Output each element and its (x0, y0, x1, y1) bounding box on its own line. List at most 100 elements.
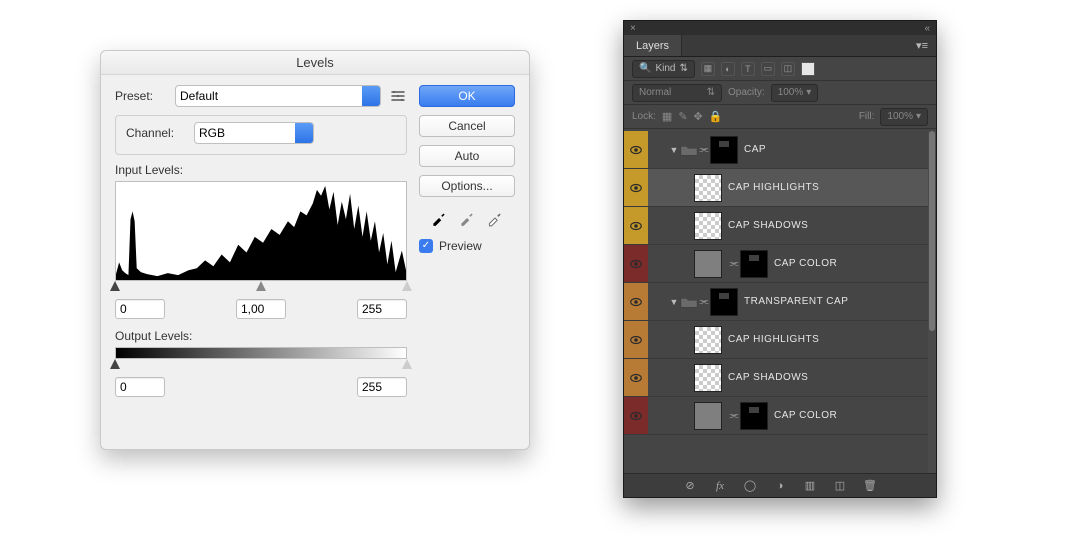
disclosure-icon[interactable]: ▼ (668, 297, 680, 307)
output-white-slider[interactable] (402, 359, 412, 369)
dialog-title: Levels (101, 51, 529, 75)
layer-name-label: CAP (744, 144, 766, 155)
input-black-slider[interactable] (110, 281, 120, 291)
mask-thumbnail[interactable] (740, 402, 768, 430)
new-group-icon[interactable]: ▥ (803, 479, 817, 493)
layer-row[interactable]: CAP HIGHLIGHTS (624, 169, 928, 207)
visibility-toggle[interactable] (624, 321, 648, 358)
scrollbar-track[interactable] (928, 131, 936, 473)
filter-adjust-icon[interactable]: ◐ (721, 62, 735, 76)
input-gamma-slider[interactable] (256, 281, 266, 291)
input-black-field[interactable] (115, 299, 165, 319)
visibility-toggle[interactable] (624, 245, 648, 282)
eyedropper-black-icon[interactable] (430, 209, 448, 227)
visibility-toggle[interactable] (624, 207, 648, 244)
blend-mode-value: Normal (639, 87, 671, 98)
lock-position-icon[interactable]: ✥ (694, 110, 703, 123)
layer-row[interactable]: CAP SHADOWS (624, 359, 928, 397)
link-icon: ⫘ (728, 257, 740, 271)
layer-name-label: CAP HIGHLIGHTS (728, 334, 819, 345)
layer-name-label: CAP COLOR (774, 258, 837, 269)
input-white-field[interactable] (357, 299, 407, 319)
new-fill-icon[interactable]: ◑ (773, 479, 787, 493)
blend-mode-select[interactable]: Normal ⇅ (632, 84, 722, 102)
opacity-field[interactable]: 100% ▾ (771, 84, 819, 102)
lock-bar: Lock: ▦ ✎ ✥ 🔒 Fill: 100% ▾ (624, 105, 936, 129)
layers-bottom-bar: ⊘ fx ◯ ◑ ▥ ◫ 🗑 (624, 473, 936, 497)
lock-transparent-icon[interactable]: ▦ (662, 110, 672, 123)
preset-select[interactable]: Default (175, 85, 381, 107)
collapse-icon[interactable]: « (924, 23, 930, 34)
fx-icon[interactable]: fx (713, 479, 727, 493)
output-white-field[interactable] (357, 377, 407, 397)
options-button[interactable]: Options... (419, 175, 515, 197)
tab-layers[interactable]: Layers (624, 35, 682, 56)
channel-select[interactable]: RGB (194, 122, 314, 144)
filter-smart-icon[interactable]: ◫ (781, 62, 795, 76)
layer-thumbnail[interactable] (694, 212, 722, 240)
output-black-slider[interactable] (110, 359, 120, 369)
visibility-toggle[interactable] (624, 131, 648, 168)
fill-value: 100% (887, 111, 913, 122)
filter-pixel-icon[interactable]: ▦ (701, 62, 715, 76)
panel-grip[interactable]: × « (624, 21, 936, 35)
lock-all-icon[interactable]: 🔒 (709, 110, 723, 123)
delete-layer-icon[interactable]: 🗑 (863, 479, 877, 493)
preset-menu-icon[interactable] (389, 87, 407, 105)
blend-bar: Normal ⇅ Opacity: 100% ▾ (624, 81, 936, 105)
preview-checkbox[interactable]: ✓ (419, 239, 433, 253)
filter-kind-label: Kind (655, 63, 675, 74)
input-white-slider[interactable] (402, 281, 412, 291)
filter-shape-icon[interactable]: ▭ (761, 62, 775, 76)
eyedropper-gray-icon[interactable] (458, 209, 476, 227)
link-layers-icon[interactable]: ⊘ (683, 479, 697, 493)
layer-name-label: CAP SHADOWS (728, 372, 808, 383)
mask-thumbnail[interactable] (710, 288, 738, 316)
layer-thumbnail[interactable] (694, 174, 722, 202)
add-mask-icon[interactable]: ◯ (743, 479, 757, 493)
visibility-toggle[interactable] (624, 283, 648, 320)
ok-button[interactable]: OK (419, 85, 515, 107)
filter-type-icon[interactable]: T (741, 62, 755, 76)
layers-list: ▼⫘CAPCAP HIGHLIGHTSCAP SHADOWS⫘CAP COLOR… (624, 131, 928, 473)
filter-bar: 🔍 Kind ⇅ ▦ ◐ T ▭ ◫ (624, 57, 936, 81)
mask-thumbnail[interactable] (740, 250, 768, 278)
lock-image-icon[interactable]: ✎ (678, 110, 687, 123)
scrollbar-thumb[interactable] (929, 131, 935, 331)
auto-button[interactable]: Auto (419, 145, 515, 167)
close-icon[interactable]: × (630, 23, 636, 34)
layer-row[interactable]: ▼ ⫘ CAP (624, 131, 928, 169)
output-gradient (115, 347, 407, 359)
output-slider-track (115, 359, 407, 373)
input-gamma-field[interactable] (236, 299, 286, 319)
mask-thumbnail[interactable] (710, 136, 738, 164)
disclosure-icon[interactable]: ▼ (668, 145, 680, 155)
cancel-button[interactable]: Cancel (419, 115, 515, 137)
layer-row[interactable]: ⫘ CAP COLOR (624, 245, 928, 283)
visibility-toggle[interactable] (624, 359, 648, 396)
layer-row[interactable]: ▼⫘TRANSPARENT CAP (624, 283, 928, 321)
layer-row[interactable]: CAP HIGHLIGHTS (624, 321, 928, 359)
eye-icon (629, 257, 643, 271)
layer-row[interactable]: ⫘CAP COLOR (624, 397, 928, 435)
chevron-updown-icon: ⇅ (679, 63, 687, 74)
layer-thumbnail[interactable] (694, 364, 722, 392)
new-layer-icon[interactable]: ◫ (833, 479, 847, 493)
filter-toggle[interactable] (801, 62, 815, 76)
link-icon: ⫘ (698, 295, 710, 309)
visibility-toggle[interactable] (624, 397, 648, 434)
panel-menu-icon[interactable]: ▾≡ (908, 39, 936, 52)
panel-tabbar: Layers ▾≡ (624, 35, 936, 57)
layer-row[interactable]: CAP SHADOWS (624, 207, 928, 245)
filter-kind-select[interactable]: 🔍 Kind ⇅ (632, 60, 695, 78)
visibility-toggle[interactable] (624, 169, 648, 206)
link-icon: ⫘ (698, 143, 710, 157)
layer-thumbnail[interactable] (694, 402, 722, 430)
layer-thumbnail[interactable] (694, 326, 722, 354)
levels-dialog: Levels Preset: Default Channel: RGB (100, 50, 530, 450)
eyedropper-white-icon[interactable] (486, 209, 504, 227)
output-levels-label: Output Levels: (115, 329, 407, 343)
fill-field[interactable]: 100% ▾ (880, 108, 928, 126)
output-black-field[interactable] (115, 377, 165, 397)
layer-thumbnail[interactable] (694, 250, 722, 278)
